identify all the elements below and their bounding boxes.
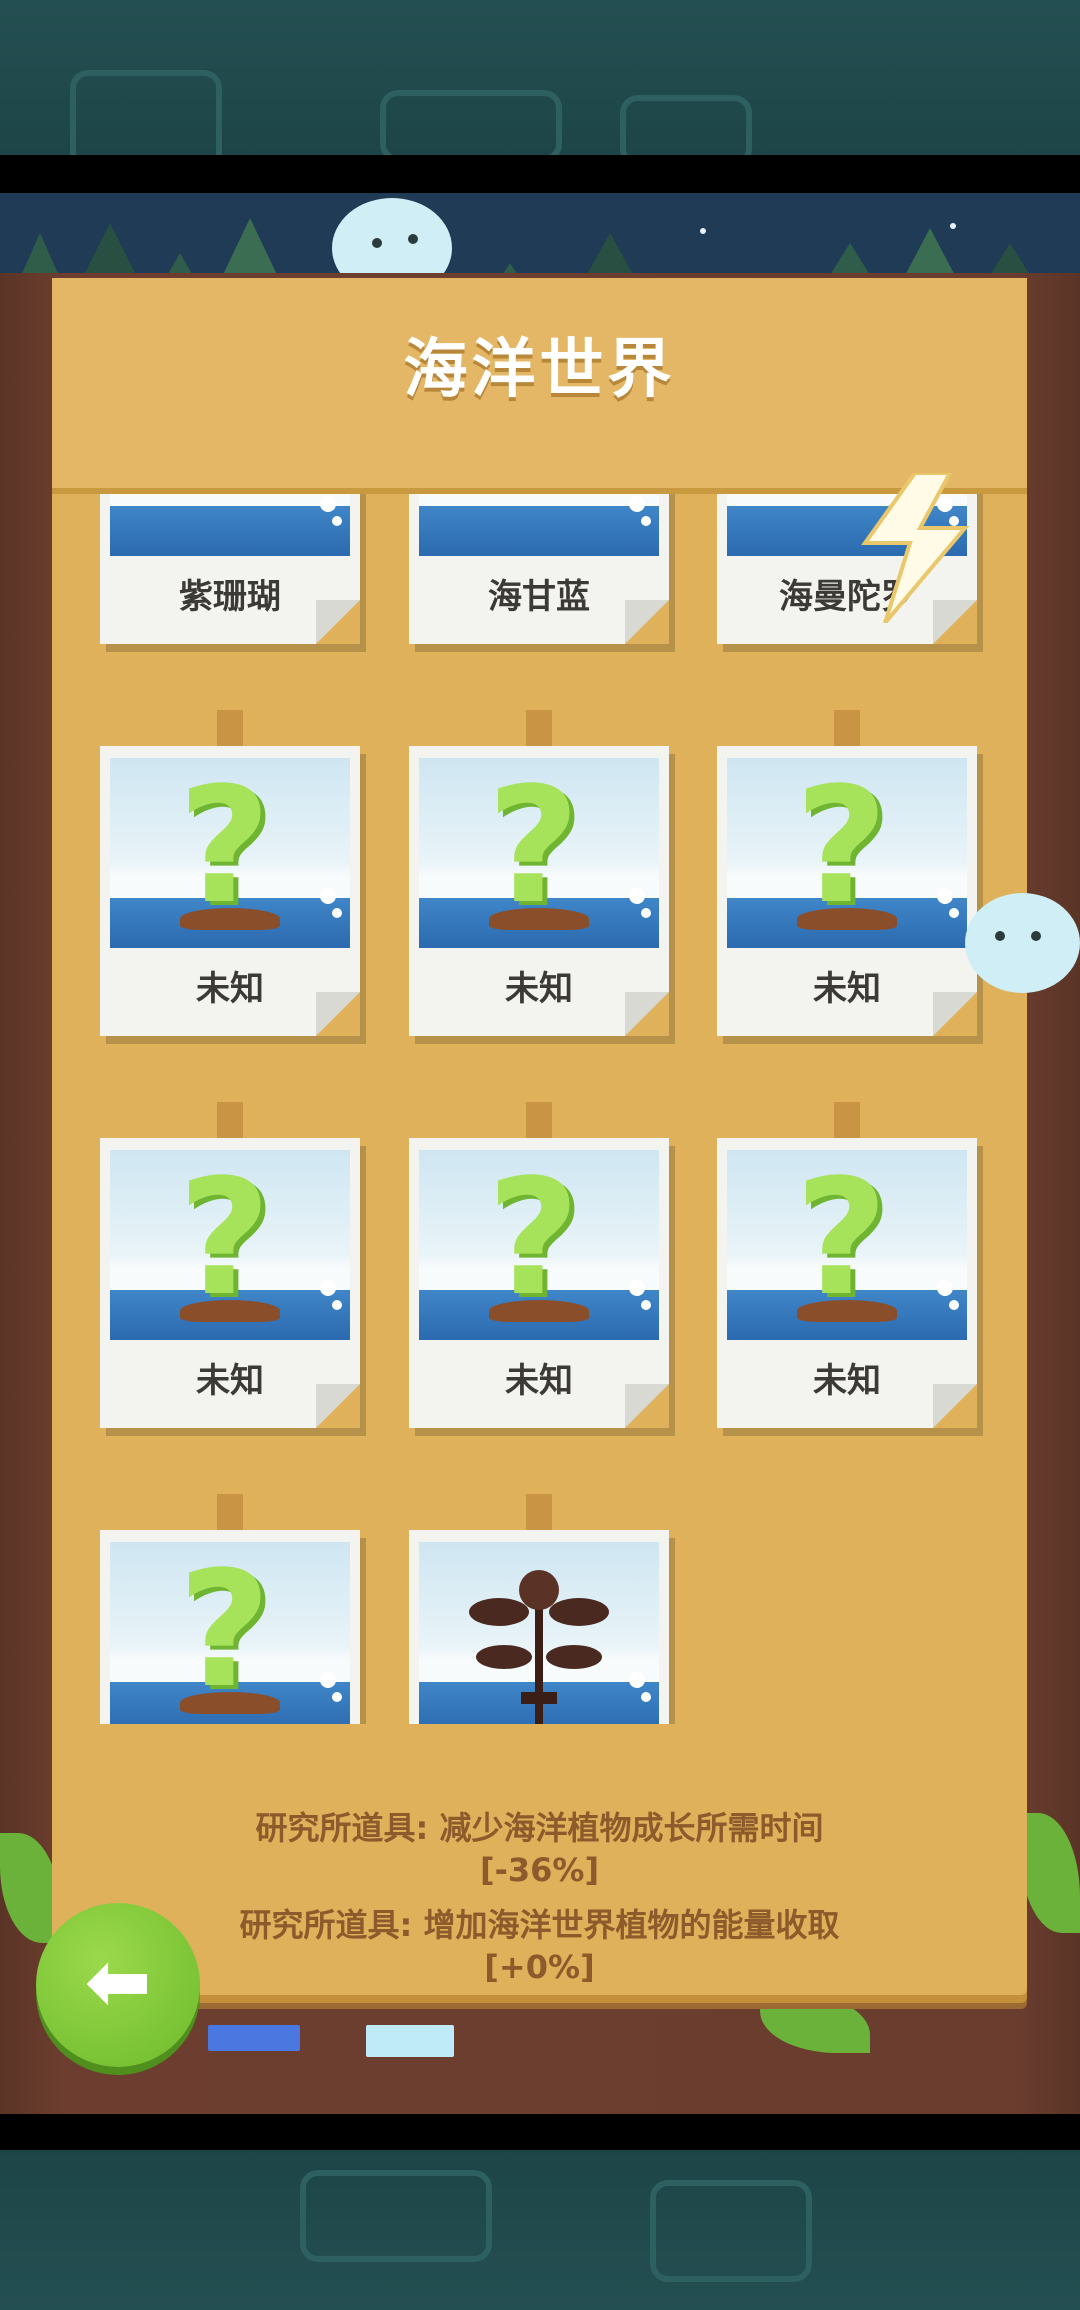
question-mark-icon: ? [487, 1150, 580, 1331]
circuit-decor [300, 2170, 492, 2262]
bubble [320, 1672, 336, 1688]
game-screen: 海洋世界 紫珊瑚 海甘蓝 海曼陀罗? 未知? 未知? 未知? 未知? 未知? 未知? 研究所道具… [0, 193, 1080, 2114]
bubble [320, 1280, 336, 1296]
tab-marker-cyan [366, 2025, 454, 2057]
bubble [641, 516, 651, 526]
mascot-eye [408, 234, 418, 244]
sea [110, 506, 350, 556]
plant-card-cabbage[interactable]: 海甘蓝 [409, 494, 669, 644]
plant-card-unknown[interactable]: ? 未知 [717, 746, 977, 1036]
bubble [320, 496, 336, 512]
bubble [937, 888, 953, 904]
plant-picture: ? [727, 758, 967, 948]
bonus-value-1: [-36%] [479, 1851, 600, 1889]
board-header: 海洋世界 [52, 278, 1027, 494]
question-mark-icon: ? [795, 1150, 888, 1331]
circuit-decor [380, 90, 562, 162]
dark-plant-icon [469, 1570, 609, 1724]
bubble [320, 888, 336, 904]
bubble [332, 1692, 342, 1702]
tab-marker-blue [208, 2025, 300, 2051]
plant-picture: ? [419, 758, 659, 948]
top-letterbox-pattern [0, 0, 1080, 182]
bubble [937, 1280, 953, 1296]
bubble [629, 1672, 645, 1688]
bubble [641, 1692, 651, 1702]
circuit-decor [650, 2180, 812, 2282]
bubble [629, 888, 645, 904]
plant-grid[interactable]: 紫珊瑚 海甘蓝 海曼陀罗? 未知? 未知? 未知? 未知? 未知? 未知? [52, 494, 1027, 1724]
page-curl [316, 1384, 360, 1428]
bubble [641, 1300, 651, 1310]
lightning-icon [861, 473, 970, 623]
plant-picture: ? [727, 1150, 967, 1340]
bubble [949, 1300, 959, 1310]
page-curl [625, 600, 669, 644]
question-mark-icon: ? [487, 758, 580, 939]
arrow-left-icon: ⬅ [84, 1935, 152, 2028]
page-curl [933, 1384, 977, 1428]
plant-picture [419, 1542, 659, 1724]
bubble [332, 908, 342, 918]
bubble [629, 496, 645, 512]
sea [419, 506, 659, 556]
question-mark-icon: ? [178, 1542, 271, 1723]
bubble [629, 1280, 645, 1296]
plant-card-unknown[interactable]: ? [100, 1530, 360, 1724]
bubble [949, 908, 959, 918]
mascot-eye [995, 931, 1005, 941]
bonus-text-1: 研究所道具: 减少海洋植物成长所需时间 [255, 1809, 824, 1847]
page-title: 海洋世界 [403, 333, 676, 407]
page-curl [625, 1384, 669, 1428]
bottom-letterbox-pattern [0, 2150, 1080, 2310]
plant-picture [110, 494, 350, 556]
question-mark-icon: ? [178, 1150, 271, 1331]
plant-picture: ? [419, 1150, 659, 1340]
mascot-eye [1031, 931, 1041, 941]
question-mark-icon: ? [178, 758, 271, 939]
bubble [641, 908, 651, 918]
plant-card-unknown[interactable]: ? 未知 [409, 746, 669, 1036]
page-curl [316, 600, 360, 644]
plant-picture: ? [110, 1542, 350, 1724]
letterbox-bar [0, 2114, 1080, 2152]
plant-card-unknown[interactable]: ? 未知 [100, 746, 360, 1036]
bubble [332, 516, 342, 526]
page-curl [625, 992, 669, 1036]
page-curl [316, 992, 360, 1036]
plant-card-dark-plant[interactable] [409, 1530, 669, 1724]
plant-card-unknown[interactable]: ? 未知 [409, 1138, 669, 1428]
plant-card-unknown[interactable]: ? 未知 [100, 1138, 360, 1428]
plant-picture: ? [110, 1150, 350, 1340]
mascot-eye [372, 238, 382, 248]
plant-card-unknown[interactable]: ? 未知 [717, 1138, 977, 1428]
side-mascot-blob [965, 893, 1080, 993]
plant-picture: ? [110, 758, 350, 948]
plant-card-coral[interactable]: 紫珊瑚 [100, 494, 360, 644]
plant-picture [419, 494, 659, 556]
question-mark-icon: ? [795, 758, 888, 939]
bubble [332, 1300, 342, 1310]
page-curl [933, 992, 977, 1036]
letterbox-bar [0, 155, 1080, 193]
back-button[interactable]: ⬅ [36, 1903, 200, 2067]
